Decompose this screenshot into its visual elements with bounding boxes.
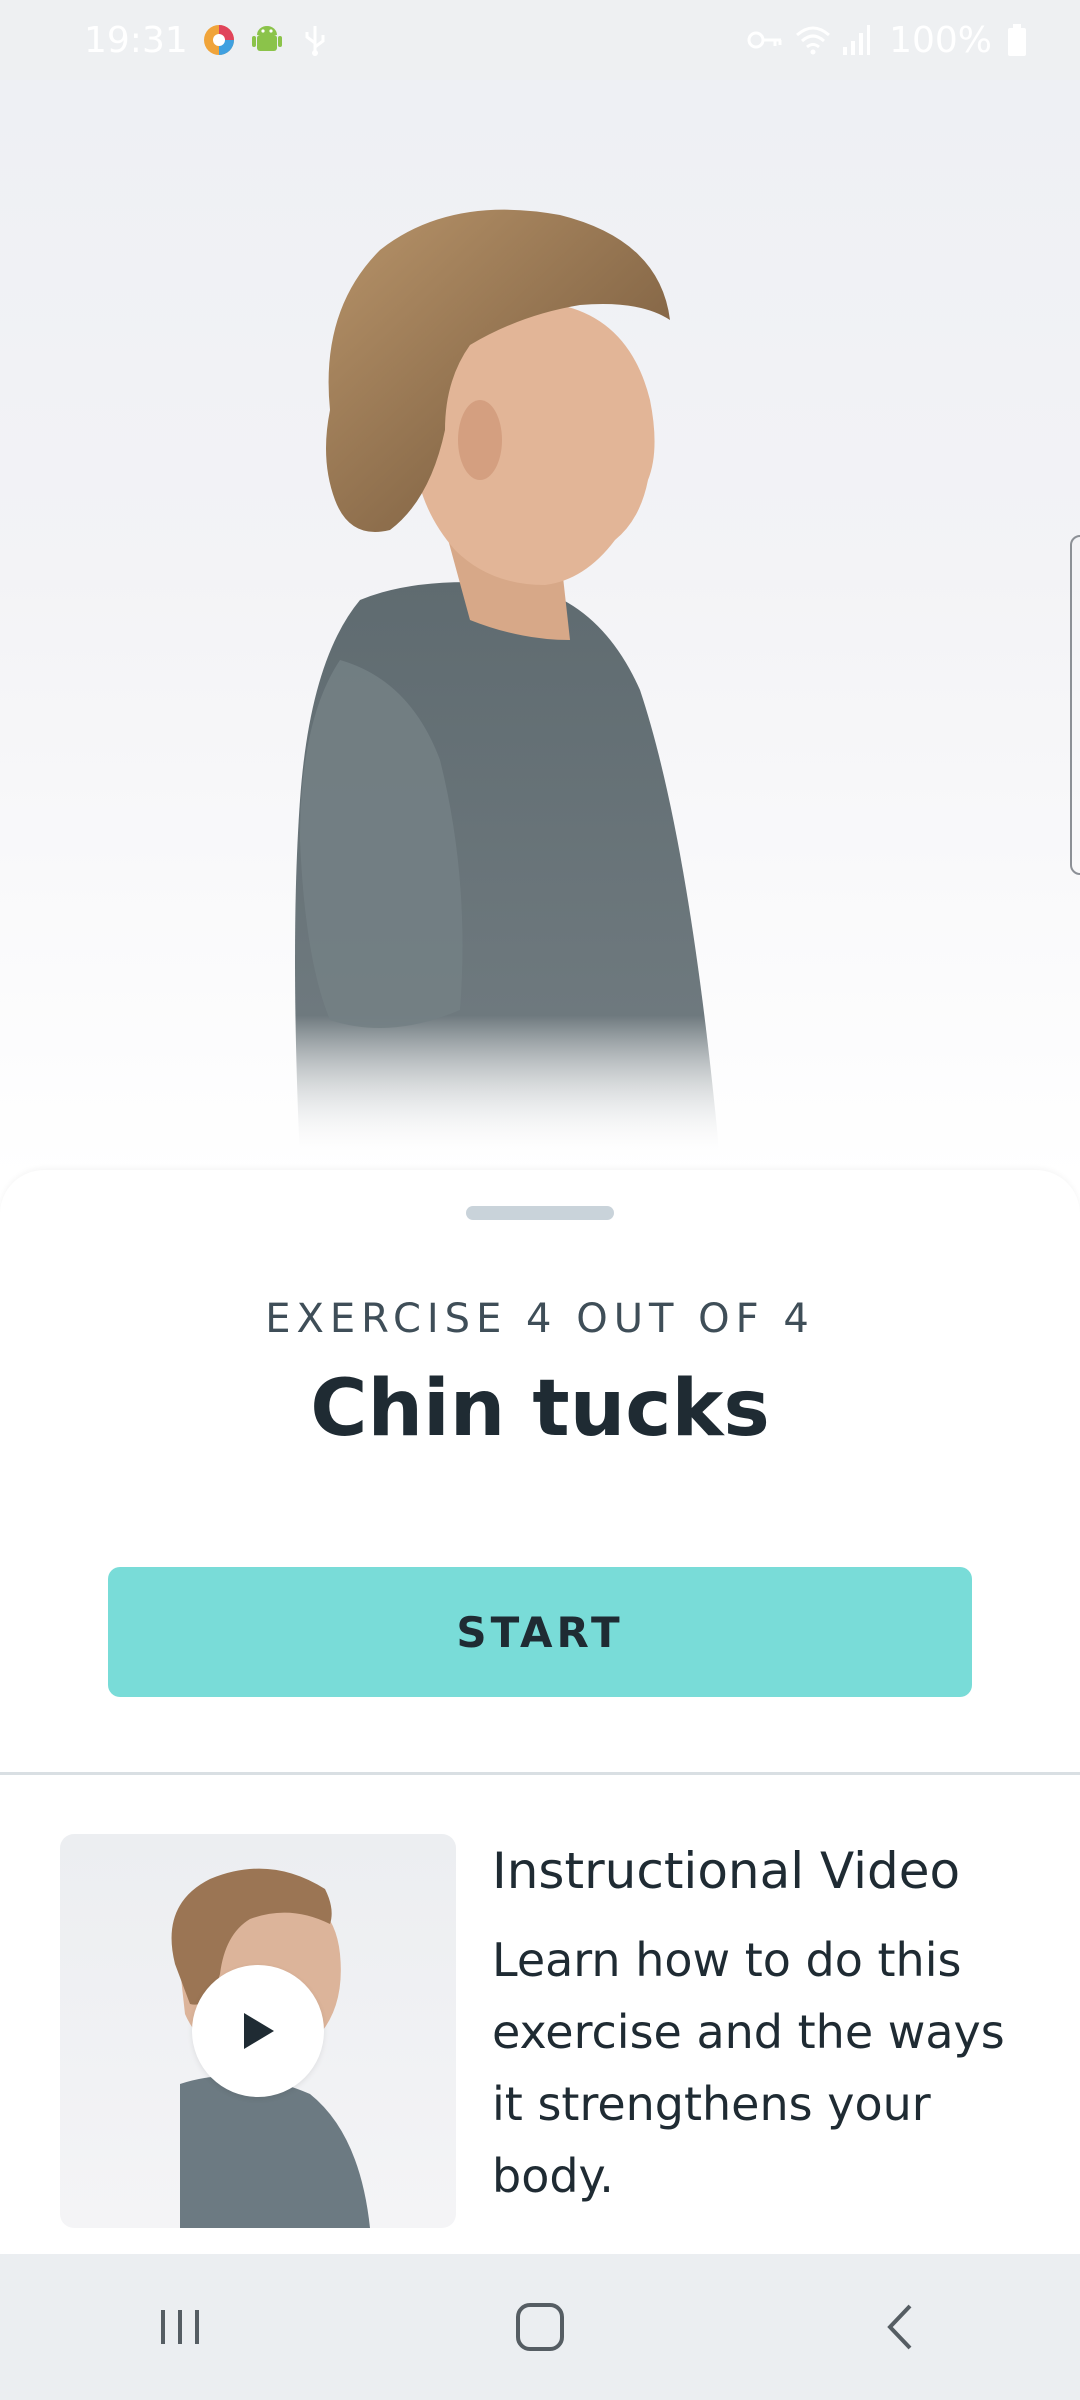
status-left: 19:31 xyxy=(84,20,332,61)
back-icon xyxy=(887,2304,912,2350)
exercise-progress-label: EXERCISE 4 OUT OF 4 xyxy=(265,1296,815,1342)
status-bar: 19:31 100% xyxy=(0,0,1080,80)
section-divider xyxy=(0,1772,1080,1775)
android-icon xyxy=(250,23,284,57)
recent-apps-icon xyxy=(161,2310,199,2344)
video-heading[interactable]: Instructional Video xyxy=(492,1842,1052,1900)
status-right: 100% xyxy=(745,20,1040,61)
status-time: 19:31 xyxy=(84,19,188,61)
back-button[interactable] xyxy=(840,2277,960,2377)
edge-panel-handle[interactable] xyxy=(1070,535,1080,875)
battery-percentage: 100% xyxy=(889,19,992,61)
battery-icon xyxy=(1006,23,1040,57)
home-button[interactable] xyxy=(480,2277,600,2377)
exercise-hero-image xyxy=(0,80,1080,1180)
home-icon xyxy=(516,2303,564,2351)
exercise-illustration xyxy=(295,209,720,1160)
usb-icon xyxy=(298,23,332,57)
vpn-key-icon xyxy=(745,23,782,57)
assistant-app-icon xyxy=(202,23,236,57)
sheet-drag-handle[interactable] xyxy=(466,1206,614,1220)
play-icon xyxy=(244,2013,274,2049)
exercise-bottom-sheet: EXERCISE 4 OUT OF 4 Chin tucks START Ins… xyxy=(0,1170,1080,2254)
system-navigation-bar xyxy=(0,2254,1080,2400)
play-button[interactable] xyxy=(192,1965,324,2097)
recent-apps-button[interactable] xyxy=(120,2277,240,2377)
instructional-video-thumbnail[interactable] xyxy=(60,1834,456,2228)
start-button[interactable]: START xyxy=(108,1567,972,1697)
exercise-title: Chin tucks xyxy=(310,1364,770,1454)
video-description: Learn how to do this exercise and the wa… xyxy=(492,1933,1005,2203)
signal-icon xyxy=(841,23,875,57)
wifi-icon xyxy=(793,23,831,57)
